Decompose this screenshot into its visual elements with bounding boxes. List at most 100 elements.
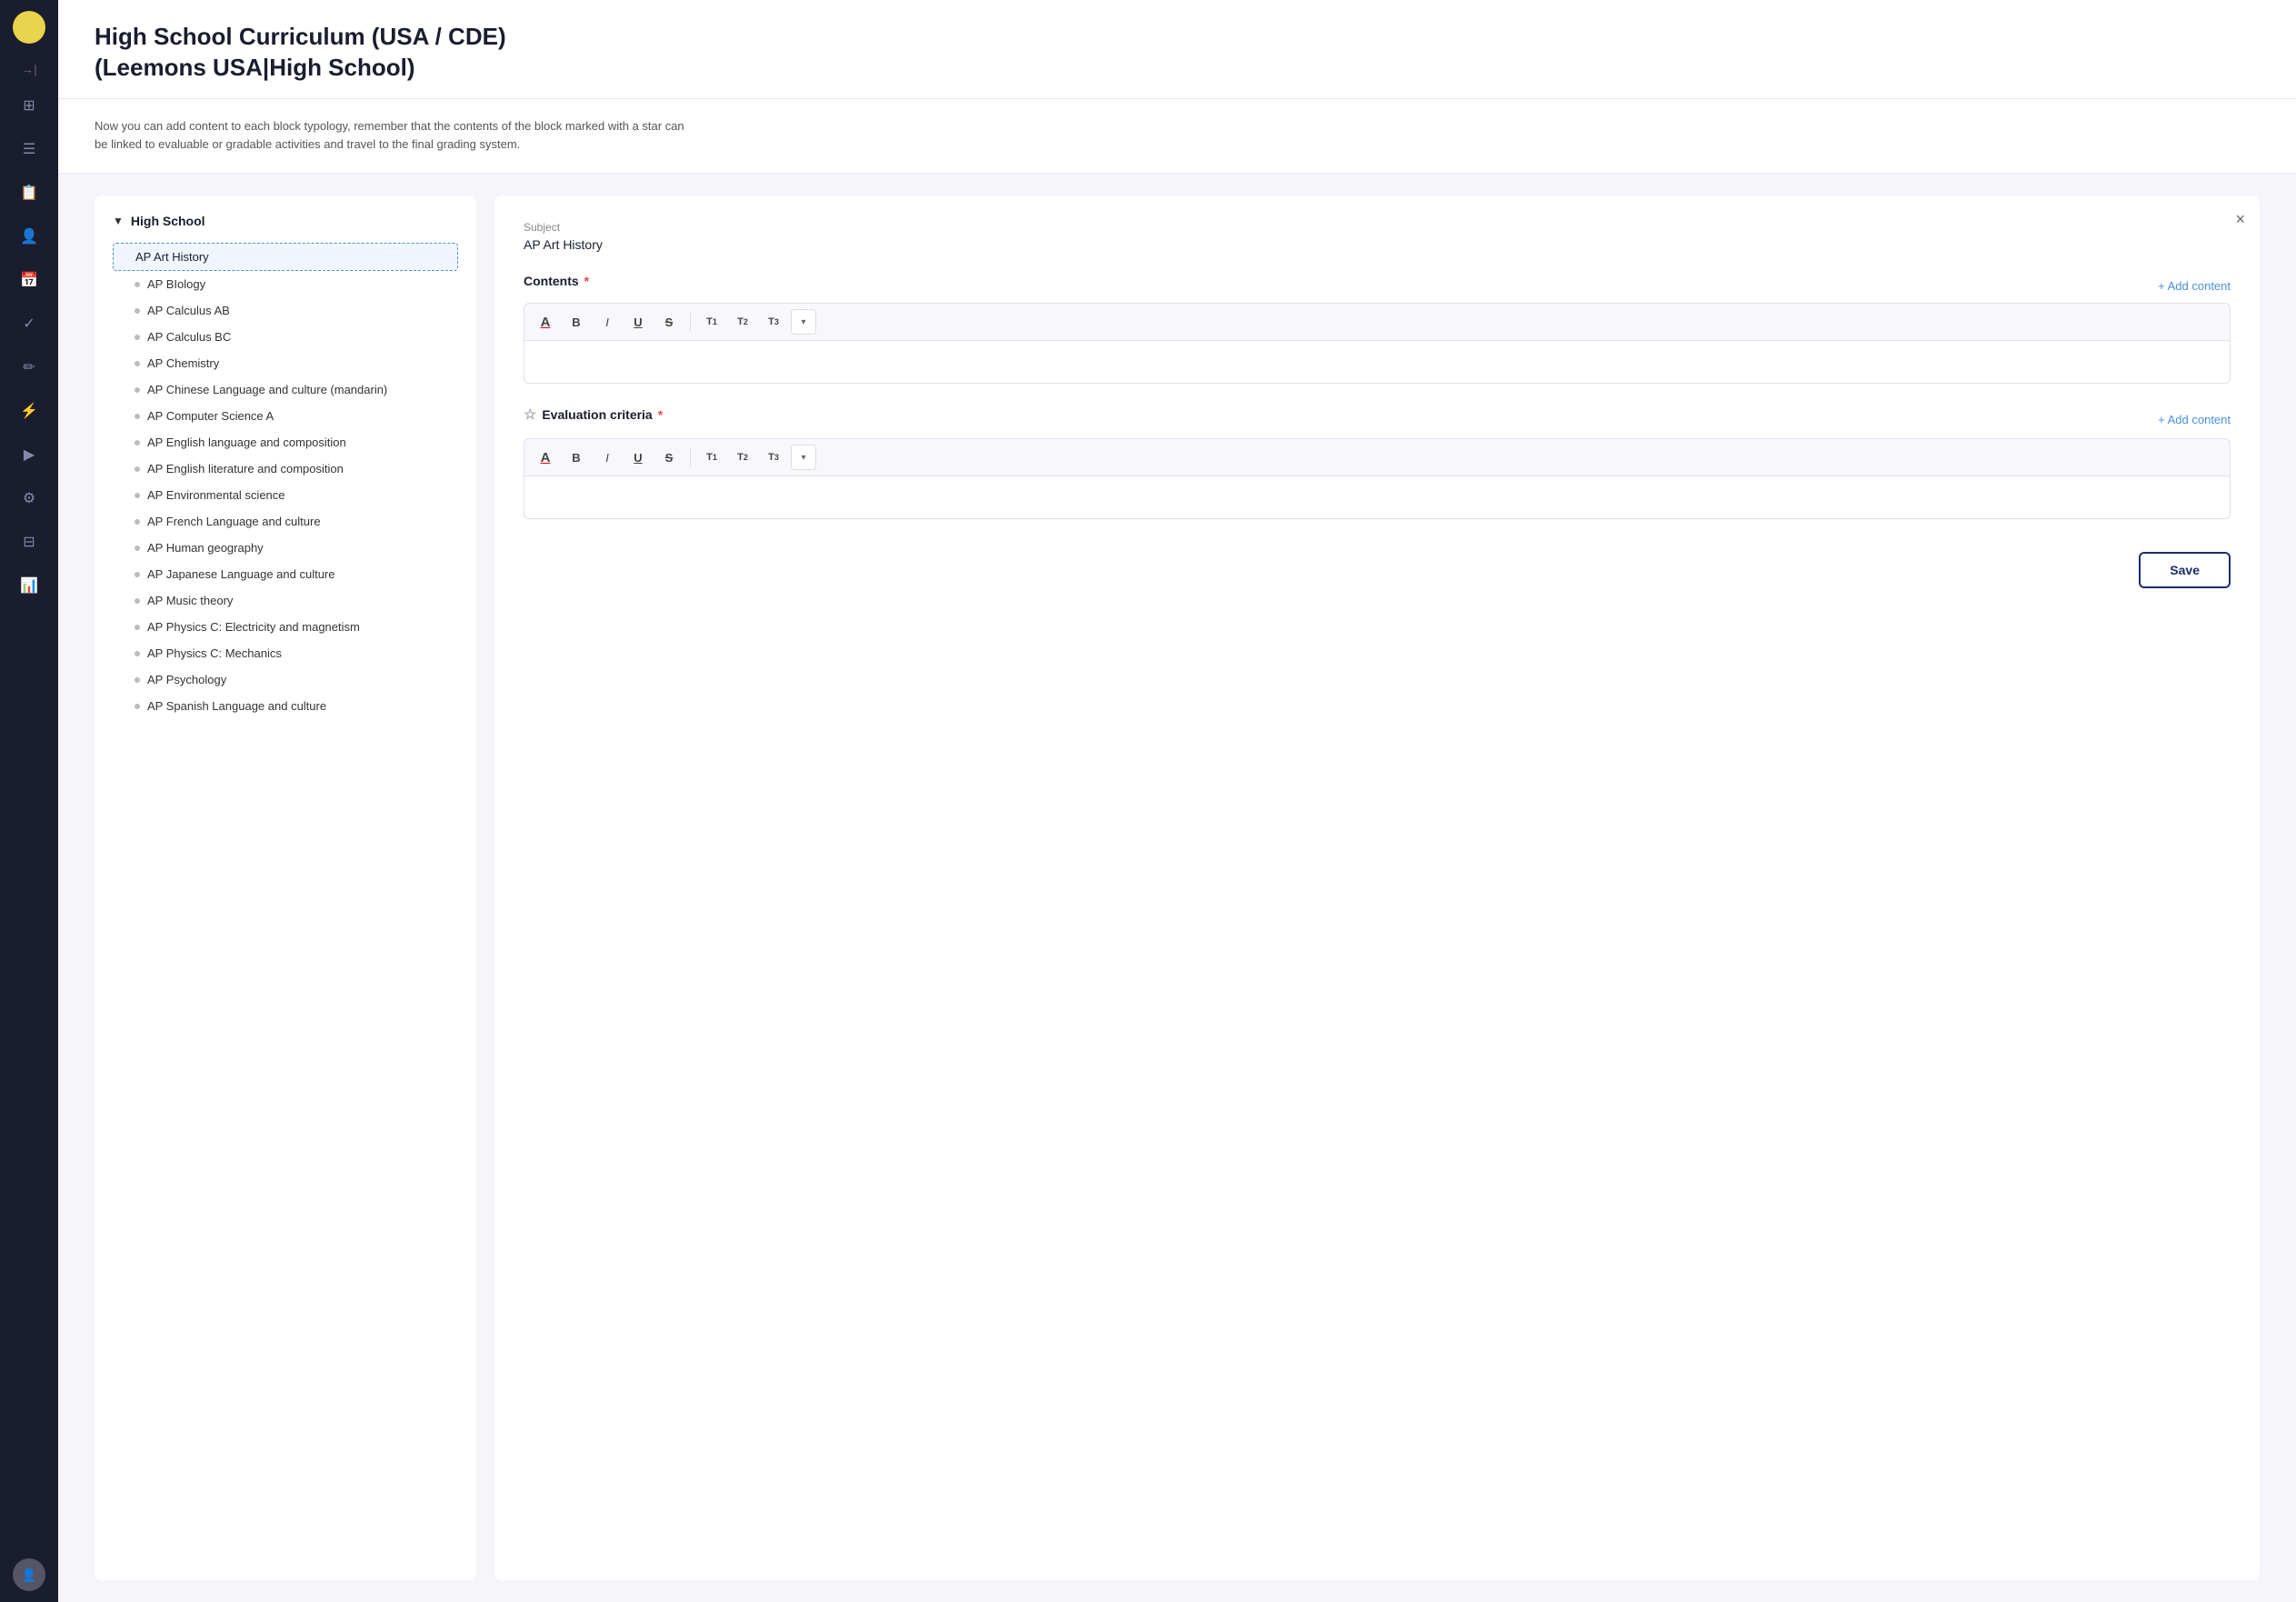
tree-item-dot [135, 704, 140, 709]
tools-icon[interactable]: ⚙ [11, 480, 47, 516]
tasks-icon[interactable]: ✓ [11, 305, 47, 342]
tree-item[interactable]: AP Art History [113, 243, 458, 271]
tree-item-dot [135, 308, 140, 314]
content-area: ▼ High School AP Art HistoryAP BIologyAP… [58, 174, 2296, 1602]
editor-panel: × Subject AP Art History Contents* + Add… [494, 195, 2260, 1580]
edit-icon[interactable]: ✏ [11, 349, 47, 385]
tree-item[interactable]: AP Environmental science [113, 482, 458, 508]
tree-item[interactable]: AP English language and composition [113, 429, 458, 456]
tree-item-label: AP Japanese Language and culture [147, 567, 334, 581]
tree-item-dot [135, 387, 140, 393]
tree-item-label: AP Computer Science A [147, 409, 274, 423]
tree-item-label: AP Calculus BC [147, 330, 231, 344]
font-color-btn[interactable]: A [532, 309, 559, 335]
avatar[interactable]: 👤 [13, 1558, 45, 1591]
tree-item-label: AP Music theory [147, 594, 233, 607]
underline-btn[interactable]: U [624, 309, 652, 335]
eval-heading1-btn[interactable]: T1 [698, 445, 725, 470]
heading3-btn[interactable]: T3 [760, 309, 787, 335]
tree-item[interactable]: AP Music theory [113, 587, 458, 614]
page-header: High School Curriculum (USA / CDE) (Leem… [58, 0, 2296, 99]
eval-heading3-btn[interactable]: T3 [760, 445, 787, 470]
subject-value: AP Art History [524, 237, 2231, 252]
contents-header-row: Contents* + Add content [524, 274, 2231, 297]
layout-icon[interactable]: ⊟ [11, 524, 47, 560]
tree-item-dot [135, 625, 140, 630]
strikethrough-btn[interactable]: S [655, 309, 683, 335]
eval-italic-btn[interactable]: I [594, 445, 621, 470]
users-icon[interactable]: 👤 [11, 218, 47, 255]
tree-item-dot [135, 440, 140, 446]
toolbar-dropdown-btn[interactable]: ▾ [791, 309, 816, 335]
tree-root-label: High School [131, 214, 205, 228]
separator-1 [690, 313, 691, 331]
eval-bold-btn[interactable]: B [563, 445, 590, 470]
tree-item[interactable]: AP English literature and composition [113, 456, 458, 482]
tree-item[interactable]: AP Chemistry [113, 350, 458, 376]
page-description: Now you can add content to each block ty… [58, 99, 2296, 175]
eval-strikethrough-btn[interactable]: S [655, 445, 683, 470]
tree-item[interactable]: AP Physics C: Mechanics [113, 640, 458, 666]
close-button[interactable]: × [2235, 210, 2245, 229]
tree-item-label: AP Human geography [147, 541, 264, 555]
tree-item[interactable]: AP Calculus AB [113, 297, 458, 324]
tree-item[interactable]: AP Human geography [113, 535, 458, 561]
tree-item-label: AP Physics C: Electricity and magnetism [147, 620, 360, 634]
tree-item-label: AP French Language and culture [147, 515, 321, 528]
star-icon: ☆ [524, 406, 536, 424]
tree-item[interactable]: AP Calculus BC [113, 324, 458, 350]
tree-item[interactable]: AP Computer Science A [113, 403, 458, 429]
evaluation-editor[interactable] [524, 476, 2231, 519]
tree-item-label: AP Physics C: Mechanics [147, 646, 282, 660]
evaluation-header-row: ☆ Evaluation criteria* + Add content [524, 406, 2231, 433]
eval-separator-1 [690, 448, 691, 466]
tree-item[interactable]: AP Psychology [113, 666, 458, 693]
tree-item-label: AP Psychology [147, 673, 226, 686]
heading1-btn[interactable]: T1 [698, 309, 725, 335]
add-content-button-eval[interactable]: + Add content [2158, 409, 2231, 430]
heading2-btn[interactable]: T2 [729, 309, 756, 335]
main-content: High School Curriculum (USA / CDE) (Leem… [58, 0, 2296, 1602]
chart-icon[interactable]: 📊 [11, 567, 47, 604]
bold-btn[interactable]: B [563, 309, 590, 335]
tree-item[interactable]: AP French Language and culture [113, 508, 458, 535]
assignment-icon[interactable]: 📋 [11, 175, 47, 211]
save-button[interactable]: Save [2139, 552, 2231, 588]
add-content-button-top[interactable]: + Add content [2158, 275, 2231, 296]
tree-item[interactable]: AP Physics C: Electricity and magnetism [113, 614, 458, 640]
tree-item-dot [135, 572, 140, 577]
tree-header: ▼ High School [113, 214, 458, 228]
run-icon[interactable]: ▶ [11, 436, 47, 473]
tree-items-container: AP Art HistoryAP BIology AP Calculus AB AP… [113, 243, 458, 719]
tree-arrow[interactable]: ▼ [113, 215, 124, 227]
calendar-icon[interactable]: 📅 [11, 262, 47, 298]
evaluation-section: ☆ Evaluation criteria* + Add content A B… [524, 406, 2231, 519]
tree-item-dot [135, 282, 140, 287]
content-icon[interactable]: ☰ [11, 131, 47, 167]
tree-item-dot [135, 335, 140, 340]
tree-item-label: AP Environmental science [147, 488, 285, 502]
tree-item-dot [135, 546, 140, 551]
activity-icon[interactable]: ⚡ [11, 393, 47, 429]
collapse-arrow[interactable]: →| [17, 58, 41, 80]
eval-underline-btn[interactable]: U [624, 445, 652, 470]
tree-item-dot [135, 414, 140, 419]
tree-panel: ▼ High School AP Art HistoryAP BIologyAP… [95, 195, 476, 1580]
eval-heading2-btn[interactable]: T2 [729, 445, 756, 470]
tree-item[interactable]: AP Spanish Language and culture [113, 693, 458, 719]
eval-toolbar-dropdown-btn[interactable]: ▾ [791, 445, 816, 470]
italic-btn[interactable]: I [594, 309, 621, 335]
tree-item-label: AP Calculus AB [147, 304, 230, 317]
tree-item-dot [135, 651, 140, 656]
evaluation-label: ☆ Evaluation criteria* [524, 406, 663, 424]
dashboard-icon[interactable]: ⊞ [11, 87, 47, 124]
subject-label: Subject [524, 221, 2231, 234]
contents-editor[interactable] [524, 340, 2231, 384]
eval-font-color-btn[interactable]: A [532, 445, 559, 470]
tree-item-dot [135, 598, 140, 604]
tree-item-label: AP Spanish Language and culture [147, 699, 326, 713]
tree-item-dot [135, 466, 140, 472]
tree-item[interactable]: AP Chinese Language and culture (mandari… [113, 376, 458, 403]
tree-item[interactable]: AP Japanese Language and culture [113, 561, 458, 587]
tree-item[interactable]: AP BIology [113, 271, 458, 297]
